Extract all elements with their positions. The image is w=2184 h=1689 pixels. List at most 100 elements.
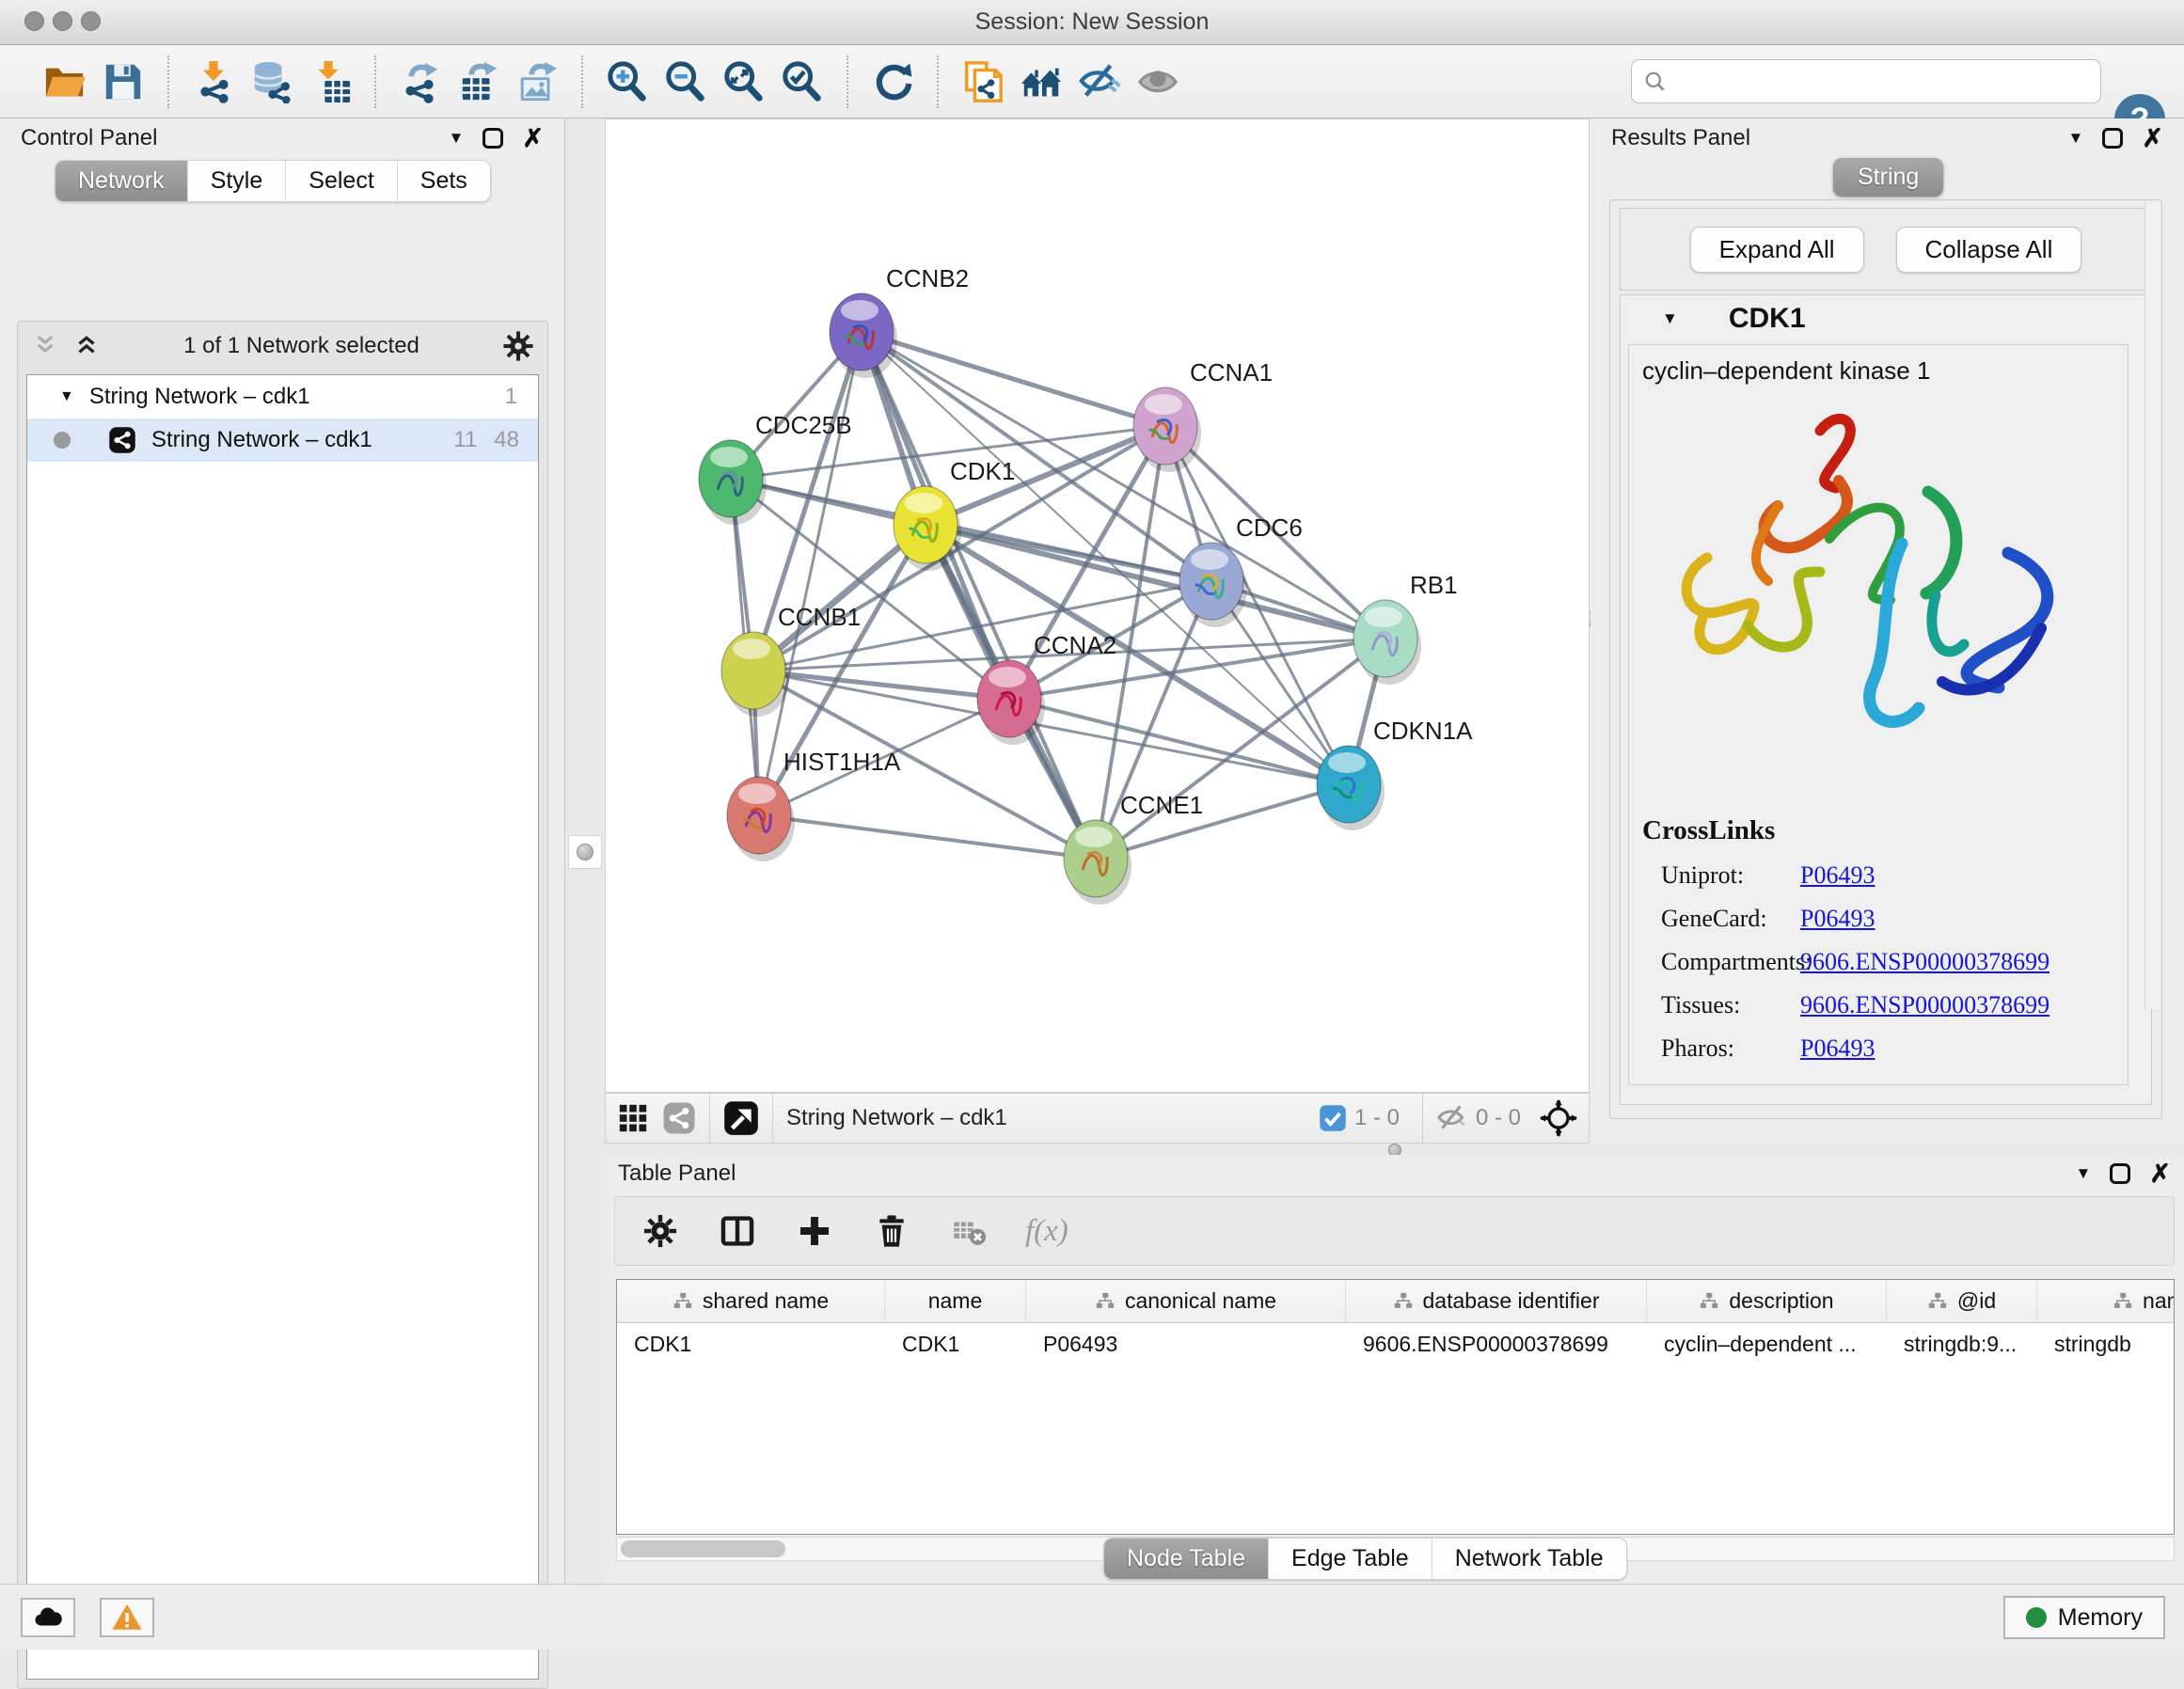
tab-style[interactable]: Style: [187, 161, 286, 201]
network-list-box: 1 of 1 Network selected ▼ String Network: [17, 321, 548, 1689]
crosslinks-heading: CrossLinks: [1642, 815, 2049, 846]
network-edge[interactable]: [759, 332, 862, 815]
zoom-selected-button[interactable]: [773, 53, 831, 111]
panel-collapse-icon[interactable]: ▼: [449, 129, 465, 148]
panel-float-icon[interactable]: [483, 128, 503, 149]
network-edge[interactable]: [759, 815, 1096, 859]
show-all-button[interactable]: [1129, 53, 1187, 111]
search-box[interactable]: [1631, 59, 2101, 103]
fit-selection-crosshair-icon[interactable]: [1540, 1099, 1577, 1137]
column-header-canonicalname[interactable]: canonical name: [1026, 1280, 1346, 1322]
panel-close-icon[interactable]: ✗: [2149, 1163, 2171, 1184]
network-options-gear-icon[interactable]: [502, 330, 534, 362]
collapse-all-button[interactable]: Collapse All: [1896, 227, 2082, 273]
column-header-id[interactable]: @id: [1887, 1280, 2037, 1322]
collapse-all-icon[interactable]: [31, 332, 59, 360]
network-edge[interactable]: [862, 332, 1096, 859]
warning-icon: [111, 1602, 143, 1634]
network-style-share-icon[interactable]: [662, 1101, 696, 1135]
network-canvas[interactable]: CCNB2CCNA1CDC25BCDK1CDC6RB1CCNB1CCNA2CDK…: [605, 118, 1590, 1093]
search-input[interactable]: [1675, 69, 2100, 95]
zoom-fit-button[interactable]: [715, 53, 773, 111]
delete-table-button[interactable]: [948, 1210, 989, 1252]
protein-structure-image: [1637, 398, 2107, 802]
zoom-in-button[interactable]: [598, 53, 657, 111]
panel-collapse-icon[interactable]: ▼: [2076, 1164, 2092, 1183]
crosslink-link[interactable]: 9606.ENSP00000378699: [1800, 948, 2049, 976]
window-zoom-button[interactable]: [81, 11, 101, 31]
add-column-button[interactable]: [794, 1210, 835, 1252]
panel-close-icon[interactable]: ✗: [522, 128, 544, 149]
tab-edge-table[interactable]: Edge Table: [1268, 1539, 1432, 1579]
network-edge[interactable]: [862, 332, 1385, 639]
export-table-button[interactable]: [450, 53, 508, 111]
network-node-RB1[interactable]: RB1: [1353, 571, 1458, 685]
export-network-button[interactable]: [391, 53, 450, 111]
network-node-CCNA1[interactable]: CCNA1: [1133, 358, 1273, 472]
delete-column-button[interactable]: [871, 1210, 912, 1252]
grid-view-icon[interactable]: [617, 1102, 649, 1134]
open-session-button[interactable]: [36, 53, 94, 111]
expand-all-icon[interactable]: [72, 332, 101, 360]
window-minimize-button[interactable]: [53, 11, 72, 31]
left-splitter-handle[interactable]: [568, 835, 602, 869]
zoom-out-button[interactable]: [657, 53, 715, 111]
network-edge[interactable]: [862, 332, 1165, 426]
tab-select[interactable]: Select: [285, 161, 396, 201]
column-header-name[interactable]: name: [885, 1280, 1026, 1322]
table-toolbar: f(x): [614, 1196, 2175, 1266]
tab-string[interactable]: String: [1833, 158, 1943, 197]
tab-network-table[interactable]: Network Table: [1432, 1539, 1626, 1579]
import-network-from-file-button[interactable]: [184, 53, 243, 111]
network-node-CDKN1A[interactable]: CDKN1A: [1317, 717, 1473, 830]
memory-button[interactable]: Memory: [2003, 1596, 2165, 1639]
network-node-CDK1[interactable]: CDK1: [894, 457, 1015, 571]
tree-expand-icon[interactable]: ▼: [59, 388, 74, 405]
birds-eye-view-icon[interactable]: [723, 1100, 759, 1136]
column-namespace-icon: [673, 1291, 693, 1312]
results-scrollbar[interactable]: [2144, 202, 2160, 1009]
network-tree-root-row[interactable]: ▼ String Network – cdk1 1: [27, 375, 538, 418]
export-image-button[interactable]: [508, 53, 566, 111]
crosslink-link[interactable]: P06493: [1800, 861, 1875, 890]
table-options-button[interactable]: [640, 1210, 681, 1252]
warnings-button[interactable]: [100, 1598, 154, 1637]
first-neighbors-button[interactable]: [1012, 53, 1070, 111]
tab-sets[interactable]: Sets: [397, 161, 490, 201]
network-status-dot: [54, 432, 71, 449]
column-header-description[interactable]: description: [1647, 1280, 1887, 1322]
new-network-from-selection-button[interactable]: [954, 53, 1012, 111]
crosslink-link[interactable]: P06493: [1800, 905, 1875, 933]
function-builder-button[interactable]: f(x): [1025, 1214, 1068, 1249]
crosslinks-rows: Uniprot:P06493GeneCard:P06493Compartment…: [1642, 861, 2049, 1063]
import-network-from-database-button[interactable]: [243, 53, 301, 111]
column-header-sharedname[interactable]: shared name: [617, 1280, 885, 1322]
crosslink-link[interactable]: 9606.ENSP00000378699: [1800, 991, 2049, 1019]
panel-float-icon[interactable]: [2110, 1163, 2130, 1184]
hide-selected-button[interactable]: [1070, 53, 1129, 111]
network-tree-child-row[interactable]: String Network – cdk1 11 48: [27, 418, 538, 462]
tab-network[interactable]: Network: [55, 161, 187, 201]
refresh-view-button[interactable]: [863, 53, 922, 111]
hidden-eye-slash-icon[interactable]: [1436, 1102, 1468, 1134]
expand-all-button[interactable]: Expand All: [1690, 227, 1864, 273]
network-node-HIST1H1A[interactable]: HIST1H1A: [727, 748, 901, 861]
column-header-namespace[interactable]: namespace: [2037, 1280, 2175, 1322]
section-collapse-icon[interactable]: ▼: [1662, 309, 1678, 328]
column-header-databaseidentifier[interactable]: database identifier: [1346, 1280, 1647, 1322]
panel-collapse-icon[interactable]: ▼: [2068, 129, 2084, 148]
table-row[interactable]: CDK1CDK1P064939606.ENSP00000378699cyclin…: [617, 1323, 2174, 1365]
scrollbar-thumb[interactable]: [621, 1540, 785, 1557]
network-edge[interactable]: [1009, 699, 1349, 784]
node-table: shared namenamecanonical namedatabase id…: [616, 1279, 2175, 1535]
panel-close-icon[interactable]: ✗: [2142, 128, 2163, 149]
window-close-button[interactable]: [24, 11, 44, 31]
selected-checkbox-icon[interactable]: [1319, 1104, 1347, 1132]
import-table-from-file-button[interactable]: [301, 53, 359, 111]
crosslink-link[interactable]: P06493: [1800, 1034, 1875, 1063]
cloud-status-button[interactable]: [21, 1598, 75, 1637]
tab-node-table[interactable]: Node Table: [1104, 1539, 1268, 1579]
save-session-button[interactable]: [94, 53, 152, 111]
show-columns-button[interactable]: [717, 1210, 758, 1252]
panel-float-icon[interactable]: [2102, 128, 2123, 149]
